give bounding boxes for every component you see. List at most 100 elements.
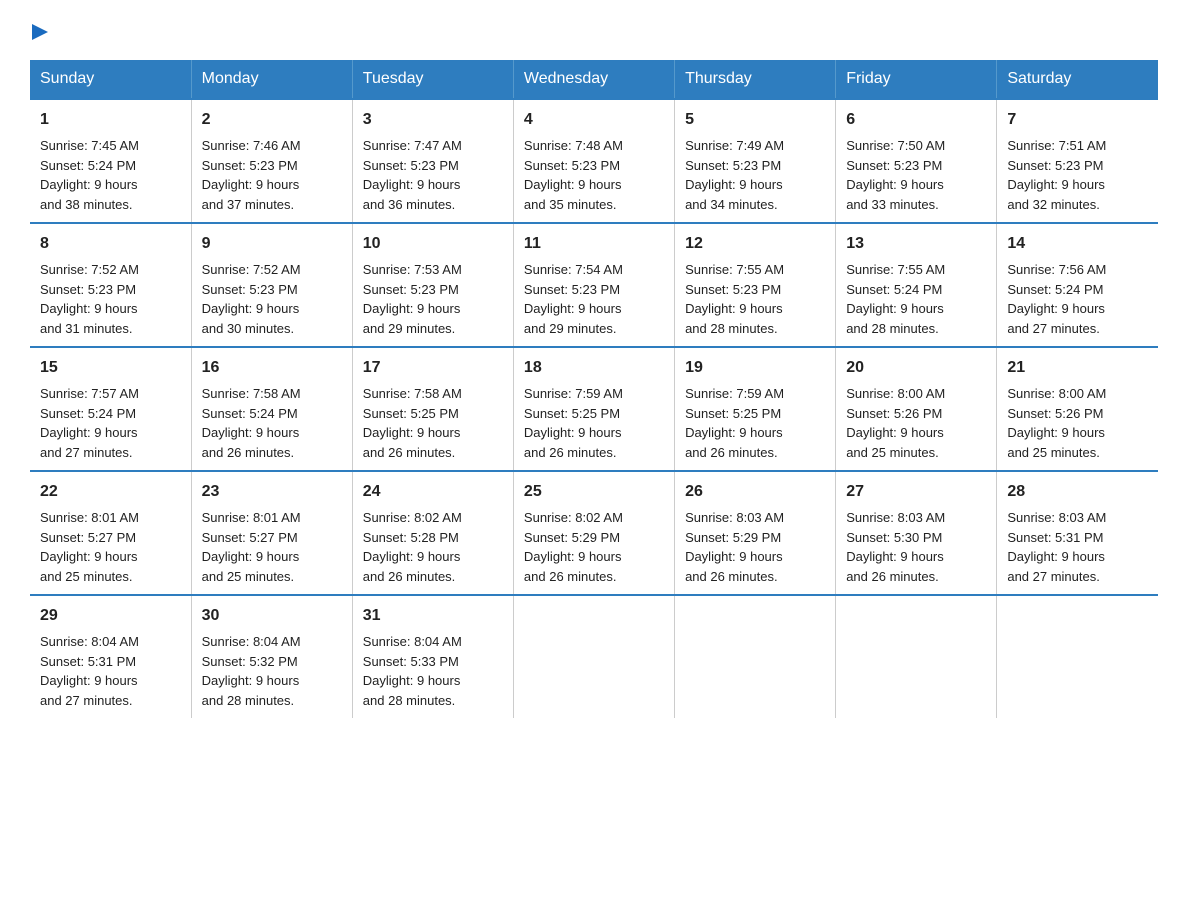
day-number: 6 — [846, 108, 986, 132]
calendar-day-cell: 3 Sunrise: 7:47 AMSunset: 5:23 PMDayligh… — [352, 99, 513, 223]
calendar-day-cell: 17 Sunrise: 7:58 AMSunset: 5:25 PMDaylig… — [352, 347, 513, 471]
day-info: Sunrise: 7:58 AMSunset: 5:25 PMDaylight:… — [363, 384, 503, 462]
calendar-week-row: 29 Sunrise: 8:04 AMSunset: 5:31 PMDaylig… — [30, 595, 1158, 718]
day-number: 23 — [202, 480, 342, 504]
calendar-day-cell: 28 Sunrise: 8:03 AMSunset: 5:31 PMDaylig… — [997, 471, 1158, 595]
day-number: 19 — [685, 356, 825, 380]
col-header-wednesday: Wednesday — [513, 60, 674, 99]
day-number: 21 — [1007, 356, 1148, 380]
day-info: Sunrise: 7:53 AMSunset: 5:23 PMDaylight:… — [363, 260, 503, 338]
day-info: Sunrise: 8:04 AMSunset: 5:33 PMDaylight:… — [363, 632, 503, 710]
logo-arrow-icon — [32, 22, 52, 42]
day-info: Sunrise: 7:46 AMSunset: 5:23 PMDaylight:… — [202, 136, 342, 214]
calendar-day-cell — [513, 595, 674, 718]
day-number: 17 — [363, 356, 503, 380]
col-header-monday: Monday — [191, 60, 352, 99]
calendar-day-cell: 19 Sunrise: 7:59 AMSunset: 5:25 PMDaylig… — [675, 347, 836, 471]
day-info: Sunrise: 8:02 AMSunset: 5:28 PMDaylight:… — [363, 508, 503, 586]
day-info: Sunrise: 7:52 AMSunset: 5:23 PMDaylight:… — [202, 260, 342, 338]
day-info: Sunrise: 7:55 AMSunset: 5:24 PMDaylight:… — [846, 260, 986, 338]
day-info: Sunrise: 8:01 AMSunset: 5:27 PMDaylight:… — [202, 508, 342, 586]
day-info: Sunrise: 7:57 AMSunset: 5:24 PMDaylight:… — [40, 384, 181, 462]
calendar-day-cell: 6 Sunrise: 7:50 AMSunset: 5:23 PMDayligh… — [836, 99, 997, 223]
calendar-day-cell — [836, 595, 997, 718]
day-number: 9 — [202, 232, 342, 256]
calendar-day-cell: 12 Sunrise: 7:55 AMSunset: 5:23 PMDaylig… — [675, 223, 836, 347]
calendar-day-cell: 8 Sunrise: 7:52 AMSunset: 5:23 PMDayligh… — [30, 223, 191, 347]
col-header-sunday: Sunday — [30, 60, 191, 99]
day-info: Sunrise: 7:51 AMSunset: 5:23 PMDaylight:… — [1007, 136, 1148, 214]
day-number: 14 — [1007, 232, 1148, 256]
day-info: Sunrise: 8:04 AMSunset: 5:32 PMDaylight:… — [202, 632, 342, 710]
day-info: Sunrise: 7:47 AMSunset: 5:23 PMDaylight:… — [363, 136, 503, 214]
day-info: Sunrise: 8:03 AMSunset: 5:31 PMDaylight:… — [1007, 508, 1148, 586]
calendar-day-cell: 4 Sunrise: 7:48 AMSunset: 5:23 PMDayligh… — [513, 99, 674, 223]
day-number: 2 — [202, 108, 342, 132]
day-number: 20 — [846, 356, 986, 380]
calendar-day-cell: 15 Sunrise: 7:57 AMSunset: 5:24 PMDaylig… — [30, 347, 191, 471]
calendar-day-cell: 27 Sunrise: 8:03 AMSunset: 5:30 PMDaylig… — [836, 471, 997, 595]
day-info: Sunrise: 7:54 AMSunset: 5:23 PMDaylight:… — [524, 260, 664, 338]
day-number: 15 — [40, 356, 181, 380]
calendar-day-cell: 25 Sunrise: 8:02 AMSunset: 5:29 PMDaylig… — [513, 471, 674, 595]
calendar-week-row: 22 Sunrise: 8:01 AMSunset: 5:27 PMDaylig… — [30, 471, 1158, 595]
logo — [30, 20, 52, 42]
calendar-header-row: SundayMondayTuesdayWednesdayThursdayFrid… — [30, 60, 1158, 99]
day-info: Sunrise: 7:55 AMSunset: 5:23 PMDaylight:… — [685, 260, 825, 338]
calendar-day-cell: 7 Sunrise: 7:51 AMSunset: 5:23 PMDayligh… — [997, 99, 1158, 223]
col-header-friday: Friday — [836, 60, 997, 99]
col-header-saturday: Saturday — [997, 60, 1158, 99]
day-info: Sunrise: 8:00 AMSunset: 5:26 PMDaylight:… — [846, 384, 986, 462]
day-number: 4 — [524, 108, 664, 132]
day-info: Sunrise: 7:50 AMSunset: 5:23 PMDaylight:… — [846, 136, 986, 214]
day-number: 29 — [40, 604, 181, 628]
day-info: Sunrise: 8:02 AMSunset: 5:29 PMDaylight:… — [524, 508, 664, 586]
day-info: Sunrise: 8:04 AMSunset: 5:31 PMDaylight:… — [40, 632, 181, 710]
calendar-week-row: 15 Sunrise: 7:57 AMSunset: 5:24 PMDaylig… — [30, 347, 1158, 471]
day-number: 28 — [1007, 480, 1148, 504]
calendar-week-row: 8 Sunrise: 7:52 AMSunset: 5:23 PMDayligh… — [30, 223, 1158, 347]
day-info: Sunrise: 7:48 AMSunset: 5:23 PMDaylight:… — [524, 136, 664, 214]
calendar-day-cell: 24 Sunrise: 8:02 AMSunset: 5:28 PMDaylig… — [352, 471, 513, 595]
day-number: 24 — [363, 480, 503, 504]
day-number: 22 — [40, 480, 181, 504]
calendar-day-cell: 18 Sunrise: 7:59 AMSunset: 5:25 PMDaylig… — [513, 347, 674, 471]
calendar-day-cell: 16 Sunrise: 7:58 AMSunset: 5:24 PMDaylig… — [191, 347, 352, 471]
calendar-day-cell: 26 Sunrise: 8:03 AMSunset: 5:29 PMDaylig… — [675, 471, 836, 595]
day-info: Sunrise: 8:01 AMSunset: 5:27 PMDaylight:… — [40, 508, 181, 586]
day-number: 26 — [685, 480, 825, 504]
day-number: 16 — [202, 356, 342, 380]
calendar-day-cell: 22 Sunrise: 8:01 AMSunset: 5:27 PMDaylig… — [30, 471, 191, 595]
day-info: Sunrise: 7:52 AMSunset: 5:23 PMDaylight:… — [40, 260, 181, 338]
day-number: 31 — [363, 604, 503, 628]
day-number: 1 — [40, 108, 181, 132]
calendar-day-cell: 29 Sunrise: 8:04 AMSunset: 5:31 PMDaylig… — [30, 595, 191, 718]
day-info: Sunrise: 8:00 AMSunset: 5:26 PMDaylight:… — [1007, 384, 1148, 462]
calendar-day-cell: 31 Sunrise: 8:04 AMSunset: 5:33 PMDaylig… — [352, 595, 513, 718]
page-header — [30, 20, 1158, 42]
day-info: Sunrise: 7:58 AMSunset: 5:24 PMDaylight:… — [202, 384, 342, 462]
calendar-day-cell: 21 Sunrise: 8:00 AMSunset: 5:26 PMDaylig… — [997, 347, 1158, 471]
calendar-day-cell: 20 Sunrise: 8:00 AMSunset: 5:26 PMDaylig… — [836, 347, 997, 471]
calendar-day-cell: 9 Sunrise: 7:52 AMSunset: 5:23 PMDayligh… — [191, 223, 352, 347]
calendar-day-cell: 1 Sunrise: 7:45 AMSunset: 5:24 PMDayligh… — [30, 99, 191, 223]
calendar-day-cell: 14 Sunrise: 7:56 AMSunset: 5:24 PMDaylig… — [997, 223, 1158, 347]
calendar-day-cell: 10 Sunrise: 7:53 AMSunset: 5:23 PMDaylig… — [352, 223, 513, 347]
day-info: Sunrise: 7:59 AMSunset: 5:25 PMDaylight:… — [524, 384, 664, 462]
calendar-week-row: 1 Sunrise: 7:45 AMSunset: 5:24 PMDayligh… — [30, 99, 1158, 223]
day-info: Sunrise: 7:45 AMSunset: 5:24 PMDaylight:… — [40, 136, 181, 214]
calendar-day-cell: 23 Sunrise: 8:01 AMSunset: 5:27 PMDaylig… — [191, 471, 352, 595]
day-number: 11 — [524, 232, 664, 256]
calendar-day-cell: 13 Sunrise: 7:55 AMSunset: 5:24 PMDaylig… — [836, 223, 997, 347]
day-info: Sunrise: 7:49 AMSunset: 5:23 PMDaylight:… — [685, 136, 825, 214]
day-info: Sunrise: 8:03 AMSunset: 5:29 PMDaylight:… — [685, 508, 825, 586]
day-info: Sunrise: 8:03 AMSunset: 5:30 PMDaylight:… — [846, 508, 986, 586]
calendar-day-cell — [675, 595, 836, 718]
day-number: 3 — [363, 108, 503, 132]
day-number: 27 — [846, 480, 986, 504]
day-number: 25 — [524, 480, 664, 504]
day-number: 5 — [685, 108, 825, 132]
calendar-day-cell: 2 Sunrise: 7:46 AMSunset: 5:23 PMDayligh… — [191, 99, 352, 223]
col-header-tuesday: Tuesday — [352, 60, 513, 99]
calendar-day-cell — [997, 595, 1158, 718]
